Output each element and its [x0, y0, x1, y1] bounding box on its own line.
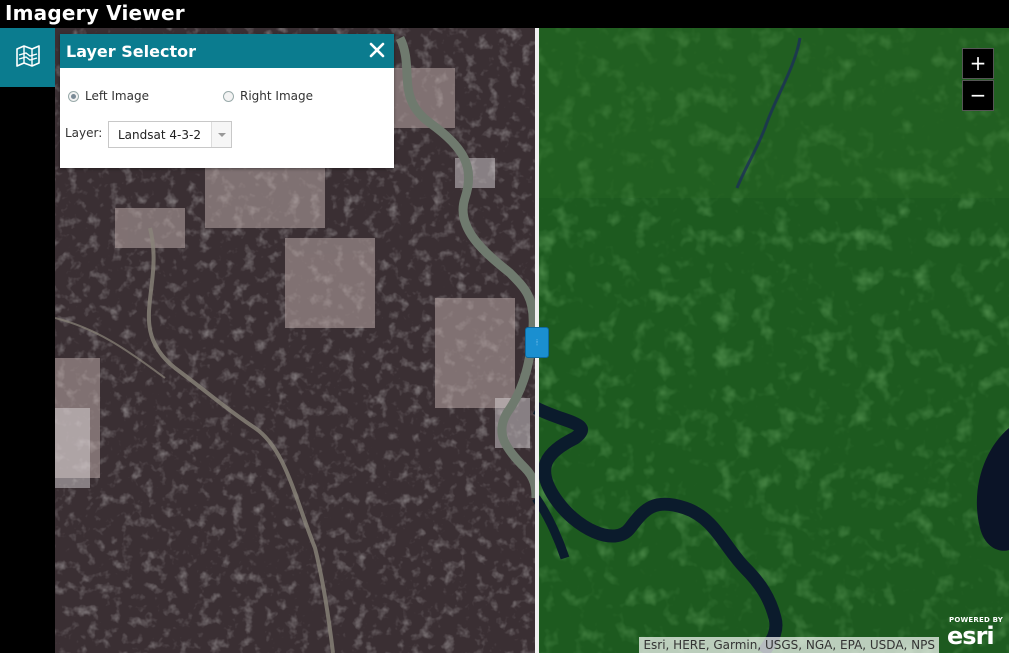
layer-label: Layer: [65, 126, 103, 140]
app-title: Imagery Viewer [5, 1, 185, 25]
panel-title: Layer Selector [66, 42, 196, 61]
map-layers-icon [14, 43, 42, 73]
layer-select-value: Landsat 4-3-2 [118, 128, 201, 142]
panel-header: Layer Selector [60, 34, 394, 68]
zoom-in-button[interactable]: + [962, 48, 994, 79]
right-image-radio[interactable] [223, 90, 234, 102]
left-image-radio[interactable] [68, 90, 79, 102]
close-icon [369, 42, 385, 58]
left-image-label: Left Image [85, 89, 149, 103]
grip-icon: ⦙ [536, 337, 538, 347]
layer-selector-panel: Layer Selector Left Image Right Image La… [60, 34, 394, 168]
map-attribution: Esri, HERE, Garmin, USGS, NGA, EPA, USDA… [639, 637, 939, 653]
close-button[interactable] [364, 37, 390, 63]
left-image-option[interactable]: Left Image [68, 89, 149, 103]
chevron-down-icon[interactable] [211, 122, 231, 147]
left-toolbar [0, 28, 55, 653]
right-image-label: Right Image [240, 89, 313, 103]
zoom-out-button[interactable]: − [962, 80, 994, 111]
esri-brand: esri [947, 622, 995, 650]
zoom-controls: + − [962, 48, 994, 112]
layer-select[interactable]: Landsat 4-3-2 [108, 121, 232, 148]
swipe-handle[interactable]: ⦙ [525, 327, 549, 358]
esri-logo[interactable]: POWERED BY esri [947, 616, 1007, 652]
app-header: Imagery Viewer [0, 0, 1009, 28]
layer-selector-button[interactable] [0, 28, 55, 87]
right-image-option[interactable]: Right Image [223, 89, 313, 103]
